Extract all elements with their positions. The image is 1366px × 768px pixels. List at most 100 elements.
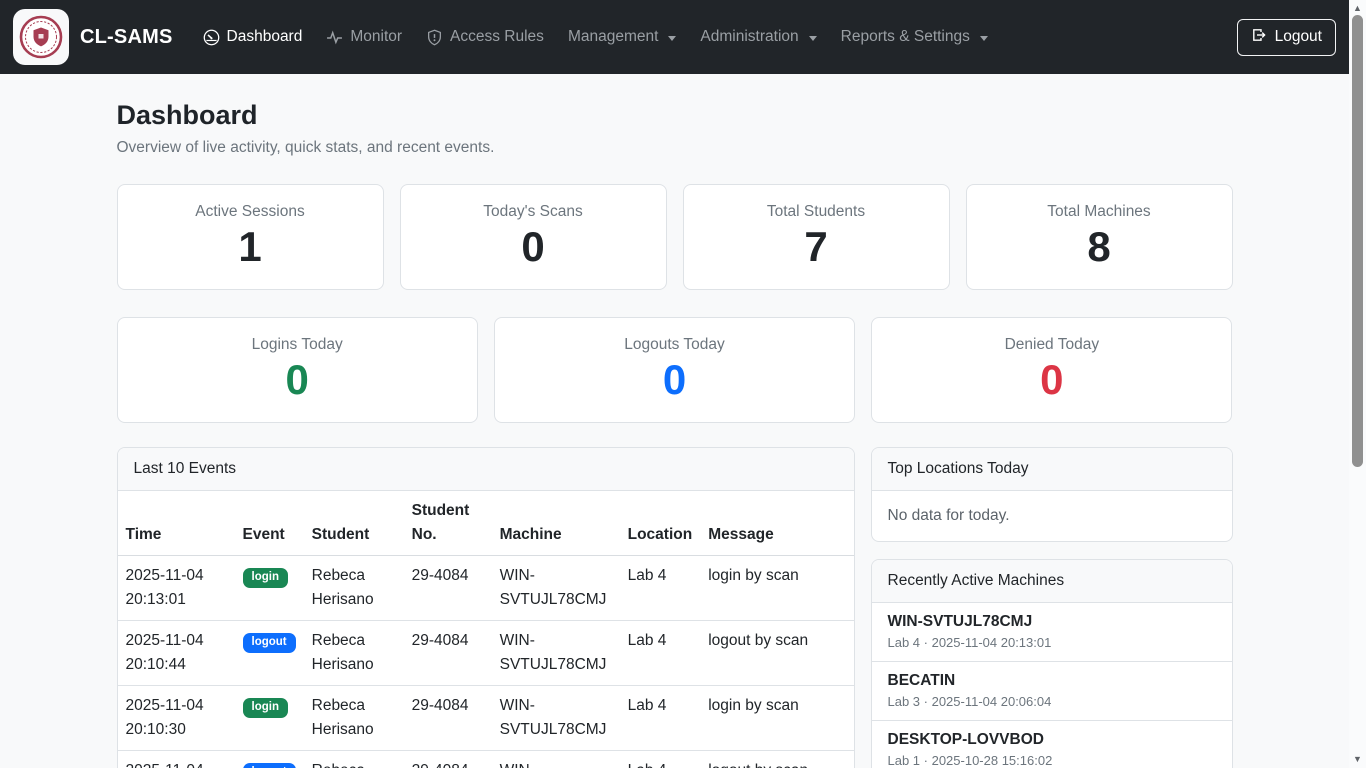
stat-card-total-students: Total Students 7 <box>683 184 950 290</box>
machine-name: DESKTOP-LOVVBOD <box>888 731 1216 749</box>
nav-item-label: Access Rules <box>450 28 544 46</box>
chevron-down-icon <box>668 36 676 41</box>
nav-item-dashboard[interactable]: Dashboard <box>194 20 312 54</box>
box-arrow-right-icon <box>1251 27 1267 48</box>
scrollbar-thumb[interactable] <box>1352 15 1363 467</box>
vertical-scrollbar[interactable]: ▲ ▼ <box>1349 0 1366 768</box>
events-table-head: Time Event Student Student No. Machine L… <box>118 491 854 556</box>
speedometer-icon <box>203 29 220 46</box>
event-location: Lab 4 <box>620 751 701 768</box>
scrollbar-down-arrow[interactable]: ▼ <box>1349 754 1366 764</box>
stat-label: Logouts Today <box>624 336 725 354</box>
stat-label: Total Machines <box>1047 203 1150 221</box>
activity-icon <box>326 29 343 46</box>
event-student-no: 29-4084 <box>404 556 492 621</box>
machine-detail: Lab 4 · 2025-11-04 20:13:01 <box>888 635 1216 650</box>
event-badge: logout <box>243 633 296 653</box>
stat-label: Active Sessions <box>195 203 304 221</box>
nav-item-administration[interactable]: Administration <box>691 20 825 54</box>
column-header-message: Message <box>700 491 853 556</box>
event-badge: login <box>243 568 288 588</box>
chevron-down-icon <box>809 36 817 41</box>
university-seal-logo[interactable] <box>13 9 69 65</box>
event-machine: WIN-SVTUJL78CMJ <box>492 556 620 621</box>
event-row: 2025-11-04 20:13:01 login Rebeca Herisan… <box>118 556 854 621</box>
event-time: 2025-11-04 20:10:27 <box>118 751 235 768</box>
chevron-down-icon <box>980 36 988 41</box>
nav-item-label: Dashboard <box>227 28 303 46</box>
top-locations-header: Top Locations Today <box>872 448 1232 491</box>
side-column: Top Locations Today No data for today. R… <box>871 447 1233 768</box>
stat-value: 1 <box>238 223 261 270</box>
event-message: login by scan <box>700 686 853 751</box>
nav-item-reports-settings[interactable]: Reports & Settings <box>832 20 997 54</box>
nav-item-management[interactable]: Management <box>559 20 685 54</box>
event-student-no: 29-4084 <box>404 686 492 751</box>
event-row: 2025-11-04 20:10:30 login Rebeca Herisan… <box>118 686 854 751</box>
logout-button[interactable]: Logout <box>1237 19 1336 56</box>
top-navbar: CL-SAMS Dashboard <box>0 0 1349 74</box>
machine-detail: Lab 3 · 2025-11-04 20:06:04 <box>888 694 1216 709</box>
nav-item-monitor[interactable]: Monitor <box>317 20 411 54</box>
stat-card-logouts-today: Logouts Today 0 <box>494 317 855 423</box>
events-card-header: Last 10 Events <box>118 448 854 491</box>
column-header-location: Location <box>620 491 701 556</box>
stats-row-2: Logins Today 0 Logouts Today 0 Denied To… <box>117 317 1233 423</box>
event-student: Rebeca Herisano <box>304 556 404 621</box>
events-card: Last 10 Events Time Event Student Studen… <box>117 447 855 768</box>
machine-detail: Lab 1 · 2025-10-28 15:16:02 <box>888 753 1216 768</box>
page-title: Dashboard <box>117 100 1233 131</box>
column-header-event: Event <box>235 491 304 556</box>
top-locations-card: Top Locations Today No data for today. <box>871 447 1233 542</box>
event-location: Lab 4 <box>620 621 701 686</box>
page-subtitle: Overview of live activity, quick stats, … <box>117 139 1233 157</box>
event-student: Rebeca Herisano <box>304 751 404 768</box>
event-machine: WIN-SVTUJL78CMJ <box>492 686 620 751</box>
nav-menu: Dashboard Monitor <box>191 20 1000 54</box>
stat-value: 0 <box>521 223 544 270</box>
stats-row-1: Active Sessions 1 Today's Scans 0 Total … <box>117 184 1233 290</box>
machine-list-item: WIN-SVTUJL78CMJ Lab 4 · 2025-11-04 20:13… <box>872 603 1232 661</box>
stat-value: 0 <box>285 356 308 403</box>
stat-value: 7 <box>804 223 827 270</box>
main-content: Dashboard Overview of live activity, qui… <box>117 100 1233 768</box>
page: CL-SAMS Dashboard <box>0 0 1349 768</box>
top-locations-empty-text: No data for today. <box>872 491 1232 541</box>
nav-item-label: Reports & Settings <box>841 28 970 46</box>
machine-name: WIN-SVTUJL78CMJ <box>888 613 1216 631</box>
nav-item-access-rules[interactable]: Access Rules <box>417 20 553 54</box>
nav-item-label: Monitor <box>350 28 402 46</box>
event-machine: WIN-SVTUJL78CMJ <box>492 751 620 768</box>
stat-card-active-sessions: Active Sessions 1 <box>117 184 384 290</box>
event-machine: WIN-SVTUJL78CMJ <box>492 621 620 686</box>
seal-icon <box>18 14 64 60</box>
event-badge: logout <box>243 763 296 768</box>
event-message: logout by scan <box>700 751 853 768</box>
recent-machines-header: Recently Active Machines <box>872 560 1232 603</box>
event-time: 2025-11-04 20:10:30 <box>118 686 235 751</box>
scrollbar-up-arrow[interactable]: ▲ <box>1349 3 1366 13</box>
column-header-student: Student <box>304 491 404 556</box>
event-time: 2025-11-04 20:13:01 <box>118 556 235 621</box>
stat-value: 8 <box>1087 223 1110 270</box>
event-message: login by scan <box>700 556 853 621</box>
events-column: Last 10 Events Time Event Student Studen… <box>117 447 855 768</box>
stat-card-denied-today: Denied Today 0 <box>871 317 1232 423</box>
stat-label: Total Students <box>767 203 865 221</box>
event-badge: login <box>243 698 288 718</box>
events-table: Time Event Student Student No. Machine L… <box>118 491 854 768</box>
event-student-no: 29-4084 <box>404 621 492 686</box>
machine-list-item: BECATIN Lab 3 · 2025-11-04 20:06:04 <box>872 661 1232 720</box>
event-student: Rebeca Herisano <box>304 621 404 686</box>
brand-name[interactable]: CL-SAMS <box>80 26 173 49</box>
shield-exclamation-icon <box>426 29 443 46</box>
column-header-machine: Machine <box>492 491 620 556</box>
stat-card-todays-scans: Today's Scans 0 <box>400 184 667 290</box>
column-header-student-no: Student No. <box>404 491 492 556</box>
event-location: Lab 4 <box>620 686 701 751</box>
nav-item-label: Administration <box>700 28 798 46</box>
recent-machines-card: Recently Active Machines WIN-SVTUJL78CMJ… <box>871 559 1233 768</box>
machine-list-item: DESKTOP-LOVVBOD Lab 1 · 2025-10-28 15:16… <box>872 720 1232 768</box>
logout-label: Logout <box>1275 28 1322 46</box>
recent-machines-list: WIN-SVTUJL78CMJ Lab 4 · 2025-11-04 20:13… <box>872 603 1232 768</box>
